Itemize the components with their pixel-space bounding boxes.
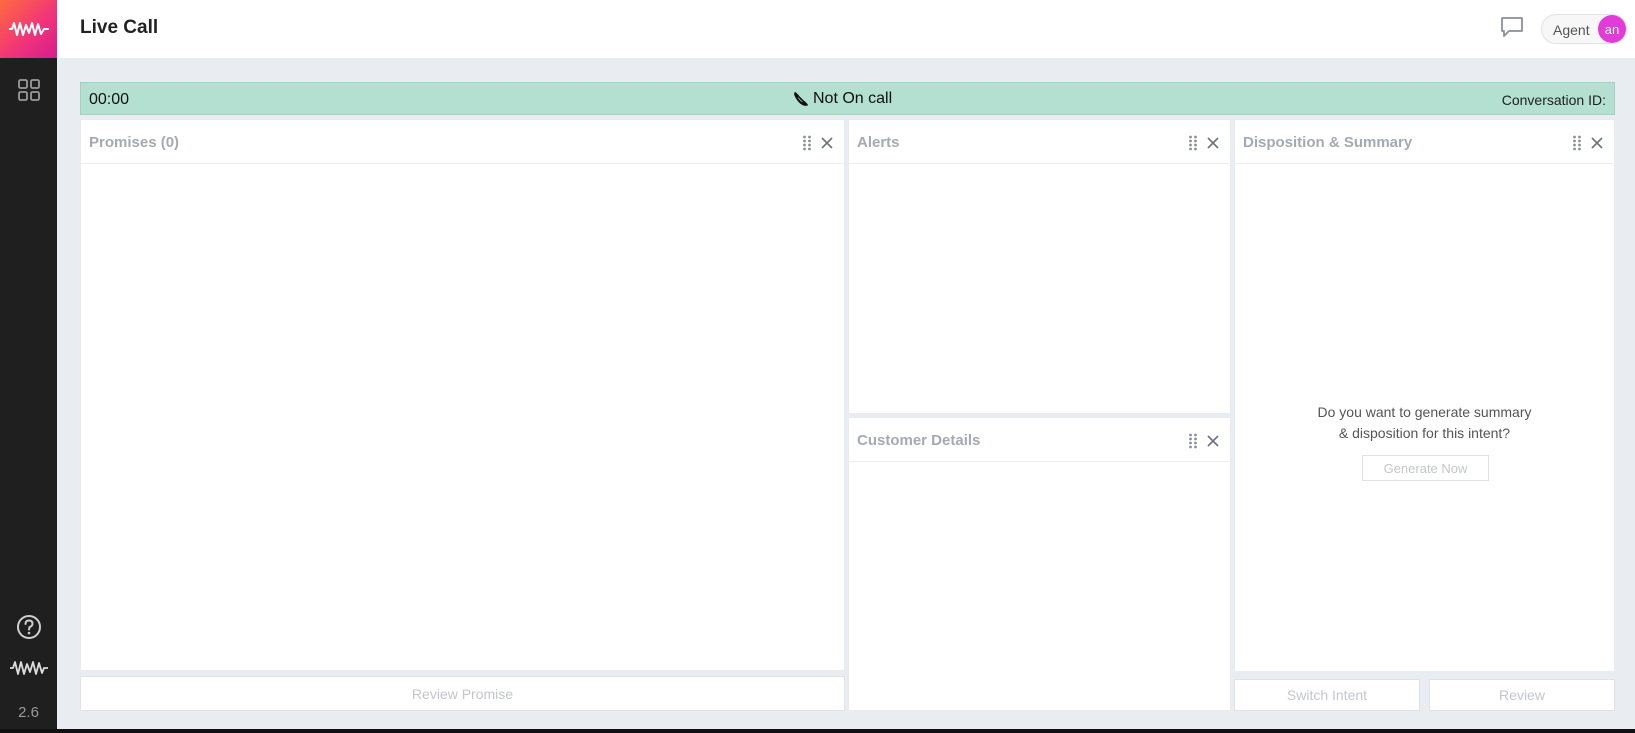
close-icon[interactable]	[1206, 136, 1220, 150]
drag-handle-icon[interactable]	[1572, 135, 1582, 151]
review-promise-button[interactable]: Review Promise	[80, 676, 845, 711]
customer-panel-header: Customer Details	[849, 418, 1230, 462]
top-header: Live Call Agent an	[57, 0, 1635, 58]
disposition-panel-header: Disposition & Summary	[1235, 120, 1614, 164]
promises-panel: Promises (0)	[80, 119, 845, 671]
chat-icon[interactable]	[1500, 16, 1524, 43]
disposition-summary-panel: Disposition & Summary Do you want to gen…	[1234, 119, 1615, 672]
close-icon[interactable]	[820, 136, 834, 150]
agent-status-toggle[interactable]: Agent an	[1541, 14, 1627, 44]
promises-panel-header: Promises (0)	[81, 120, 844, 164]
alerts-panel: Alerts	[848, 119, 1231, 414]
logo-wave-icon[interactable]	[0, 0, 57, 58]
customer-details-panel: Customer Details	[848, 417, 1231, 711]
alerts-panel-header: Alerts	[849, 120, 1230, 164]
agent-label: Agent	[1553, 22, 1590, 38]
drag-handle-icon[interactable]	[1188, 433, 1198, 449]
alerts-title: Alerts	[857, 134, 900, 151]
promises-title: Promises (0)	[89, 134, 180, 151]
summary-prompt-line1: Do you want to generate summary	[1317, 404, 1532, 420]
version-label: 2.6	[18, 704, 39, 721]
grid-icon[interactable]	[0, 78, 57, 102]
review-button[interactable]: Review	[1429, 679, 1615, 711]
disposition-title: Disposition & Summary	[1243, 134, 1413, 151]
call-timer: 00:00	[89, 91, 130, 108]
close-icon[interactable]	[1590, 136, 1604, 150]
window-bottom-edge	[0, 729, 1635, 733]
customer-details-title: Customer Details	[857, 432, 981, 449]
page-title: Live Call	[80, 17, 159, 38]
conversation-id-label: Conversation ID:	[1501, 92, 1606, 108]
call-status-bar: 00:00 Not On call Conversation ID:	[80, 82, 1615, 115]
switch-intent-button[interactable]: Switch Intent	[1234, 679, 1420, 711]
call-state-label: Not On call	[813, 90, 893, 107]
help-icon[interactable]	[0, 614, 57, 640]
sidebar: 2.6	[0, 0, 57, 733]
generate-now-button[interactable]: Generate Now	[1362, 455, 1489, 481]
call-state: Not On call	[793, 90, 892, 108]
wave-icon	[0, 658, 57, 678]
drag-handle-icon[interactable]	[1188, 135, 1198, 151]
drag-handle-icon[interactable]	[802, 135, 812, 151]
close-icon[interactable]	[1206, 434, 1220, 448]
summary-prompt-line2: & disposition for this intent?	[1338, 425, 1511, 441]
avatar[interactable]: an	[1598, 15, 1626, 43]
phone-off-icon	[793, 91, 809, 107]
